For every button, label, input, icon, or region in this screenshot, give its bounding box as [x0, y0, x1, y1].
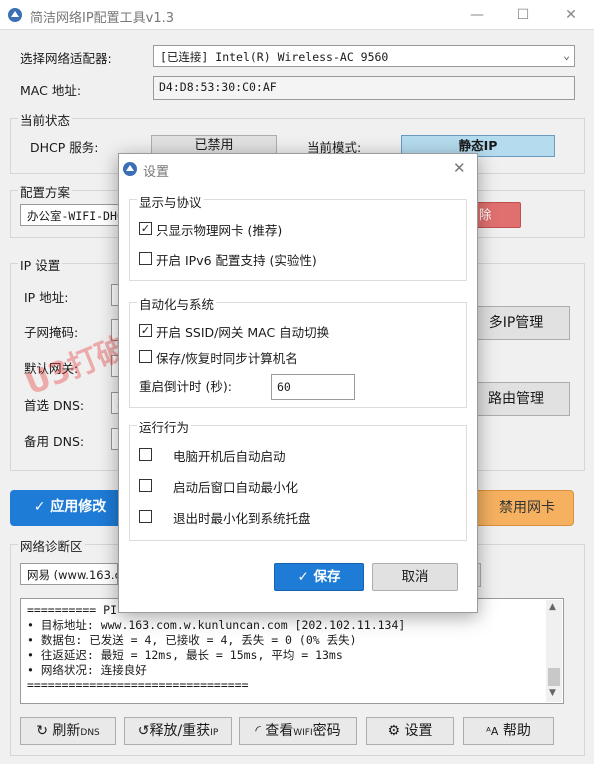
log-line: • 数据包: 已发送 = 4, 已接收 = 4, 丢失 = 0 (0% 丢失)	[27, 633, 357, 647]
reboot-countdown-label: 重启倒计时 (秒):	[139, 379, 232, 394]
release-label: 释放/重获	[149, 723, 211, 739]
dialog-close-icon[interactable]: ✕	[453, 159, 466, 177]
view-wifi-password-button[interactable]: ◜ 查看WIFI密码	[239, 717, 357, 745]
app-icon	[8, 8, 22, 22]
adapter-value: [已连接] Intel(R) Wireless-AC 9560	[160, 50, 389, 64]
dns1-label: 首选 DNS:	[24, 398, 85, 413]
release-renew-button[interactable]: ↺释放/重获IP	[124, 717, 232, 745]
dhcp-label: DHCP 服务:	[30, 140, 99, 155]
settings-label: 设置	[404, 723, 433, 739]
mask-label: 子网掩码:	[24, 325, 79, 340]
dialog-title: 设置	[143, 165, 170, 180]
status-group-label: 当前状态	[18, 110, 73, 129]
log-line: ================================	[27, 678, 249, 692]
scroll-down-icon[interactable]: ▼	[549, 688, 556, 698]
dialog-title-bar: 设置 ✕	[119, 154, 477, 184]
sync-name-checkbox[interactable]	[139, 350, 152, 363]
log-line: • 往返延迟: 最短 = 12ms, 最长 = 15ms, 平均 = 13ms	[27, 648, 343, 662]
only-physical-checkbox[interactable]: ✓	[139, 222, 152, 235]
dialog-app-icon	[123, 162, 137, 176]
gear-icon: ⚙	[387, 723, 401, 739]
autostart-checkbox[interactable]	[139, 448, 152, 461]
wifi-icon: ◜	[255, 723, 261, 739]
window-title: 简洁网络IP配置工具v1.3	[30, 11, 175, 26]
profile-group-label: 配置方案	[18, 182, 73, 201]
adapter-label: 选择网络适配器:	[20, 51, 112, 66]
wifi-small-label: WIFI	[293, 728, 313, 738]
multi-ip-button[interactable]: 多IP管理	[462, 306, 570, 340]
mac-field: D4:D8:53:30:C0:AF	[153, 76, 575, 100]
display-protocol-label: 显示与协议	[137, 192, 204, 211]
ip-group-label: IP 设置	[18, 255, 63, 274]
refresh-dns-button[interactable]: ↻ 刷新DNS	[20, 717, 116, 745]
release-small-label: IP	[210, 728, 219, 738]
settings-dialog: 设置 ✕ 显示与协议 ✓ 只显示物理网卡 (推荐) 开启 IPv6 配置支持 (…	[118, 153, 478, 613]
automation-label: 自动化与系统	[137, 294, 217, 313]
help-icon: ᴬA	[486, 725, 499, 738]
reboot-countdown-input[interactable]: 60	[271, 374, 355, 400]
scroll-up-icon[interactable]: ▲	[549, 602, 556, 612]
wifi-tail-label: 密码	[312, 723, 341, 739]
runtime-label: 运行行为	[137, 417, 192, 436]
diag-target-select[interactable]: 网易 (www.163.co	[20, 563, 118, 585]
refresh-label: 刷新	[52, 723, 81, 739]
ipv6-checkbox[interactable]	[139, 252, 152, 265]
title-bar: 简洁网络IP配置工具v1.3 — ☐ ✕	[0, 0, 594, 30]
scroll-thumb[interactable]	[548, 668, 560, 686]
gateway-label: 默认网关:	[24, 361, 79, 376]
ssid-switch-label: 开启 SSID/网关 MAC 自动切换	[156, 325, 330, 340]
ip-label: IP 地址:	[24, 290, 69, 305]
diag-log: ========== PI • 目标地址: www.163.com.w.kunl…	[20, 598, 564, 704]
save-button[interactable]: ✓ 保存	[274, 563, 364, 591]
autostart-label: 电脑开机后自动启动	[173, 449, 286, 464]
refresh-icon: ↻	[36, 723, 48, 739]
ipv6-label: 开启 IPv6 配置支持 (实验性)	[156, 253, 317, 268]
maximize-button[interactable]: ☐	[512, 4, 534, 26]
sync-name-label: 保存/恢复时同步计算机名	[156, 351, 298, 366]
minimize-button[interactable]: —	[466, 4, 488, 26]
auto-minimize-checkbox[interactable]	[139, 479, 152, 492]
chevron-down-icon: ⌄	[563, 48, 570, 62]
log-scrollbar[interactable]: ▲ ▼	[546, 600, 562, 702]
profile-select[interactable]: 办公室-WIFI-DHCP	[20, 204, 120, 226]
dns2-label: 备用 DNS:	[24, 434, 85, 449]
close-button[interactable]: ✕	[560, 4, 582, 26]
route-button[interactable]: 路由管理	[462, 382, 570, 416]
diag-group-label: 网络诊断区	[18, 536, 85, 555]
auto-minimize-label: 启动后窗口自动最小化	[173, 480, 299, 495]
help-button[interactable]: ᴬA 帮助	[463, 717, 554, 745]
refresh-small-label: DNS	[80, 728, 100, 738]
wifi-label: 查看	[265, 723, 294, 739]
tray-checkbox[interactable]	[139, 510, 152, 523]
mac-label: MAC 地址:	[20, 83, 82, 98]
cancel-button[interactable]: 取消	[372, 563, 458, 591]
only-physical-label: 只显示物理网卡 (推荐)	[156, 223, 283, 238]
release-icon: ↺	[137, 723, 150, 739]
settings-button[interactable]: ⚙ 设置	[366, 717, 454, 745]
tray-label: 退出时最小化到系统托盘	[173, 511, 311, 526]
ssid-switch-checkbox[interactable]: ✓	[139, 324, 152, 337]
log-line: • 目标地址: www.163.com.w.kunluncan.com [202…	[27, 618, 406, 632]
apply-button[interactable]: ✓ 应用修改	[10, 490, 130, 526]
log-line: • 网络状况: 连接良好	[27, 663, 147, 677]
help-label: 帮助	[502, 723, 531, 739]
adapter-select[interactable]: [已连接] Intel(R) Wireless-AC 9560 ⌄	[153, 45, 575, 67]
